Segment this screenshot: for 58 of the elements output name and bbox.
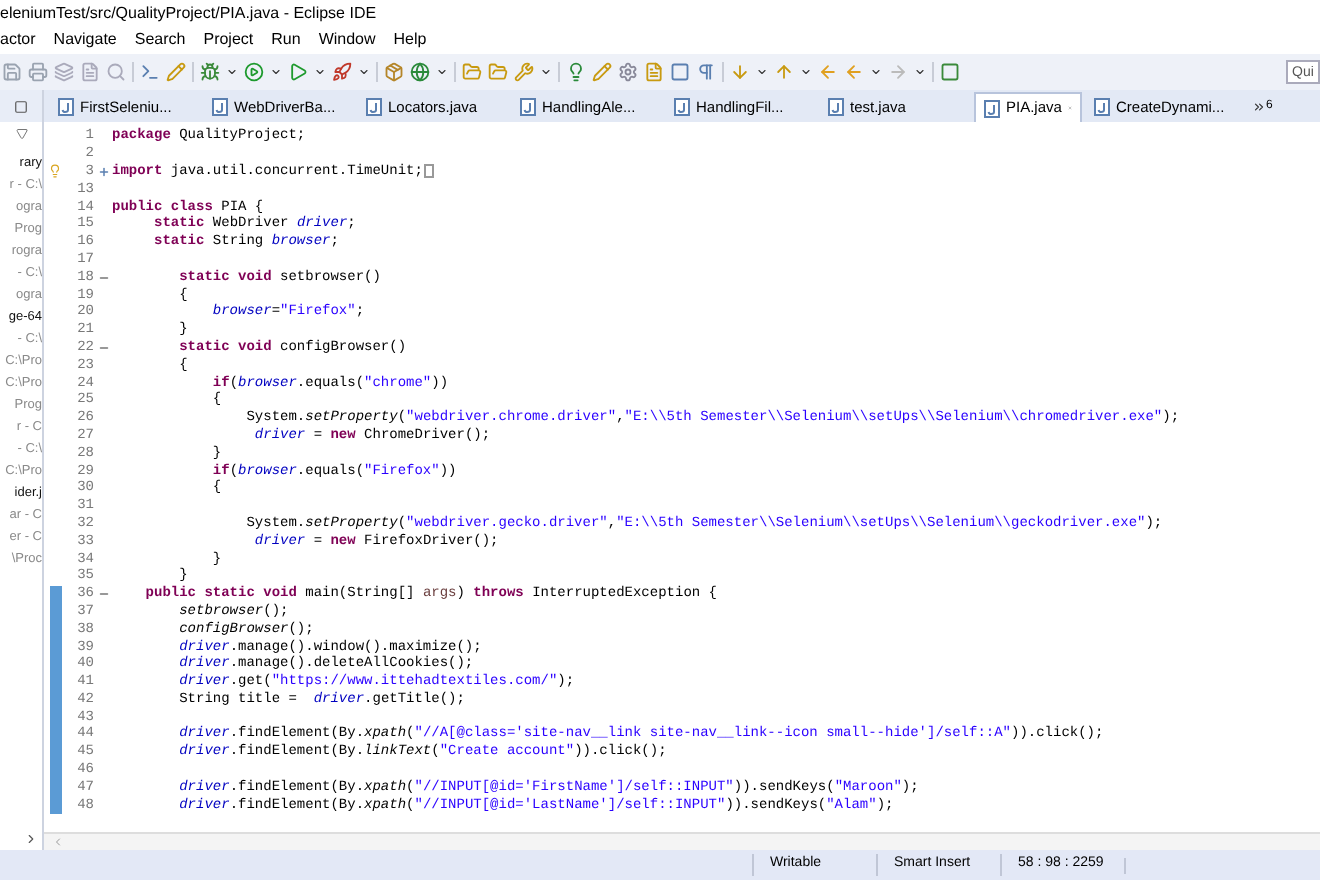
java-file-icon bbox=[828, 98, 844, 116]
collapse-icon[interactable] bbox=[97, 271, 109, 284]
menu-item[interactable]: actor bbox=[0, 28, 36, 52]
document-icon[interactable] bbox=[80, 62, 100, 82]
menu-item[interactable]: Help bbox=[393, 28, 427, 52]
java-file-icon bbox=[58, 98, 74, 116]
java-file-icon bbox=[520, 98, 536, 116]
caret-icon[interactable] bbox=[226, 66, 238, 78]
document-icon[interactable] bbox=[644, 62, 664, 82]
run-icon[interactable] bbox=[288, 62, 308, 82]
settings-icon[interactable] bbox=[618, 62, 638, 82]
chevrons-icon bbox=[1252, 100, 1266, 114]
collapse-icon[interactable] bbox=[97, 341, 109, 354]
menu-item[interactable]: Run bbox=[271, 28, 301, 52]
square-icon[interactable] bbox=[670, 62, 690, 82]
layers-icon[interactable] bbox=[54, 62, 74, 82]
scroll-right-icon[interactable] bbox=[24, 831, 38, 845]
caret-icon[interactable] bbox=[914, 66, 926, 78]
java-file-icon bbox=[212, 98, 228, 116]
java-file-icon bbox=[674, 98, 690, 116]
view-menu-icon[interactable] bbox=[15, 128, 27, 140]
horizontal-scrollbar[interactable] bbox=[44, 832, 1320, 850]
rocket-icon[interactable] bbox=[332, 62, 352, 82]
pilcrow-icon[interactable] bbox=[696, 62, 716, 82]
caret-icon[interactable] bbox=[756, 66, 768, 78]
java-file-icon bbox=[366, 98, 382, 116]
globe-icon[interactable] bbox=[410, 62, 430, 82]
lightbulb-icon[interactable] bbox=[566, 62, 586, 82]
bug-icon[interactable] bbox=[200, 62, 220, 82]
play-icon[interactable] bbox=[244, 62, 264, 82]
pencil-icon[interactable] bbox=[166, 62, 186, 82]
print-icon[interactable] bbox=[28, 62, 48, 82]
package-icon[interactable] bbox=[384, 62, 404, 82]
save-icon[interactable] bbox=[2, 62, 22, 82]
highlight-icon[interactable] bbox=[592, 62, 612, 82]
caret-icon[interactable] bbox=[800, 66, 812, 78]
window-title: eleniumTest/src/QualityProject/PIA.java - Eclipse IDE bbox=[0, 2, 379, 26]
caret-icon[interactable] bbox=[436, 66, 448, 78]
terminal-icon[interactable] bbox=[140, 62, 160, 82]
search-icon[interactable] bbox=[106, 62, 126, 82]
java-file-icon bbox=[984, 99, 1000, 117]
java-file-icon bbox=[1094, 98, 1110, 116]
caret-icon[interactable] bbox=[358, 66, 370, 78]
menu-item[interactable]: Project bbox=[203, 28, 254, 52]
perspective-icon[interactable] bbox=[940, 62, 960, 82]
scroll-left-icon[interactable] bbox=[52, 836, 64, 848]
caret-icon[interactable] bbox=[270, 66, 282, 78]
collapse-icon[interactable] bbox=[97, 588, 109, 601]
folded-marker[interactable] bbox=[424, 164, 435, 179]
caret-icon[interactable] bbox=[540, 66, 552, 78]
menu-item[interactable]: Window bbox=[318, 28, 376, 52]
menu-item[interactable]: Search bbox=[134, 28, 186, 52]
caret-icon[interactable] bbox=[870, 66, 882, 78]
expand-icon[interactable] bbox=[97, 165, 109, 178]
menu-item[interactable]: Navigate bbox=[53, 28, 117, 52]
caret-icon[interactable] bbox=[314, 66, 326, 78]
lightbulb-icon[interactable] bbox=[48, 164, 62, 179]
minimize-icon[interactable] bbox=[14, 99, 28, 113]
